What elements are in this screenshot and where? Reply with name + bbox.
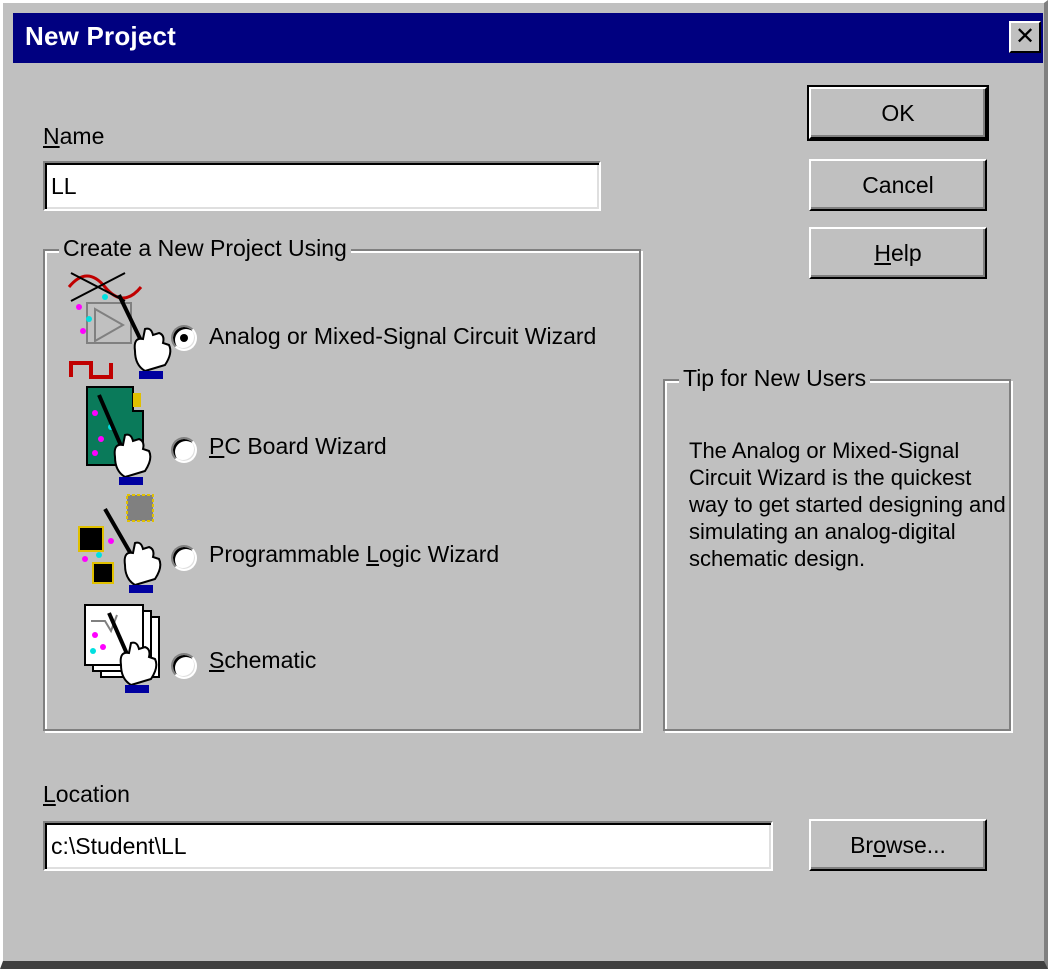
create-project-group-title: Create a New Project Using: [59, 235, 351, 262]
browse-rest: wse...: [885, 831, 946, 858]
pc-board-wizard-icon: [86, 386, 152, 485]
radio-programmable-logic-wizard[interactable]: [171, 545, 197, 571]
option-pl-text: ogic Wizard: [379, 541, 500, 567]
location-input[interactable]: [49, 827, 771, 865]
tip-group: Tip for New Users The Analog or Mixed-Si…: [663, 365, 1011, 731]
create-project-group: Create a New Project Using Analog or Mix…: [43, 235, 641, 731]
new-project-dialog: New Project ✕ Name OK Cancel Help Create…: [0, 0, 1048, 969]
radio-pc-board-wizard[interactable]: [171, 437, 197, 463]
option-pc-board-wizard[interactable]: PC Board Wizard: [45, 386, 635, 485]
tip-text: The Analog or Mixed-Signal Circuit Wizar…: [689, 438, 1006, 571]
name-input[interactable]: [49, 167, 599, 205]
schematic-icon: [84, 604, 160, 693]
option-analog-text: Analog or Mixed-Signal Circuit Wizard: [209, 323, 597, 349]
location-label: Location: [43, 781, 130, 808]
option-analog-wizard[interactable]: Analog or Mixed-Signal Circuit Wizard: [45, 272, 635, 379]
close-button[interactable]: ✕: [1009, 21, 1041, 53]
option-pc-board-accel: P: [209, 433, 225, 459]
location-field[interactable]: [43, 821, 773, 871]
help-button[interactable]: Help: [809, 227, 987, 279]
option-pl-accel: L: [366, 541, 380, 567]
option-pl-prefix: Programmable: [209, 541, 367, 567]
tip-group-title: Tip for New Users: [679, 365, 871, 392]
help-rest: elp: [890, 239, 922, 266]
browse-accel: o: [873, 831, 886, 858]
option-programmable-logic-label: Programmable Logic Wizard: [209, 541, 499, 568]
help-button-label: Help: [874, 240, 921, 267]
option-pc-board-text: C Board Wizard: [224, 433, 387, 459]
close-icon: ✕: [1014, 23, 1036, 50]
option-schematic-text: chematic: [224, 647, 317, 673]
location-label-rest: ocation: [55, 781, 130, 807]
option-programmable-logic-wizard[interactable]: Programmable Logic Wizard: [45, 494, 635, 593]
radio-selected-dot: [180, 334, 188, 342]
name-label-rest: ame: [59, 123, 105, 149]
name-label-accel: N: [43, 123, 60, 149]
ok-button[interactable]: OK: [807, 85, 989, 141]
name-label: Name: [43, 123, 104, 150]
title-bar[interactable]: New Project ✕: [13, 13, 1043, 63]
location-label-accel: L: [43, 781, 56, 807]
browse-button[interactable]: Browse...: [809, 819, 987, 871]
window-title: New Project: [25, 21, 177, 51]
browse-prefix: Br: [850, 831, 874, 858]
option-schematic[interactable]: Schematic: [45, 604, 635, 693]
cancel-button[interactable]: Cancel: [809, 159, 987, 211]
browse-button-label: Browse...: [850, 832, 946, 859]
cancel-button-label: Cancel: [862, 171, 934, 198]
option-pc-board-label: PC Board Wizard: [209, 433, 387, 460]
radio-schematic[interactable]: [171, 653, 197, 679]
radio-analog-wizard[interactable]: [171, 325, 197, 351]
option-schematic-label: Schematic: [209, 647, 316, 674]
programmable-logic-wizard-icon: [78, 494, 162, 593]
name-field[interactable]: [43, 161, 601, 211]
ok-button-label: OK: [881, 99, 915, 126]
help-accel: H: [874, 239, 891, 266]
option-analog-label: Analog or Mixed-Signal Circuit Wizard: [209, 323, 596, 350]
analog-wizard-icon: [67, 272, 172, 379]
option-schematic-accel: S: [209, 647, 225, 673]
